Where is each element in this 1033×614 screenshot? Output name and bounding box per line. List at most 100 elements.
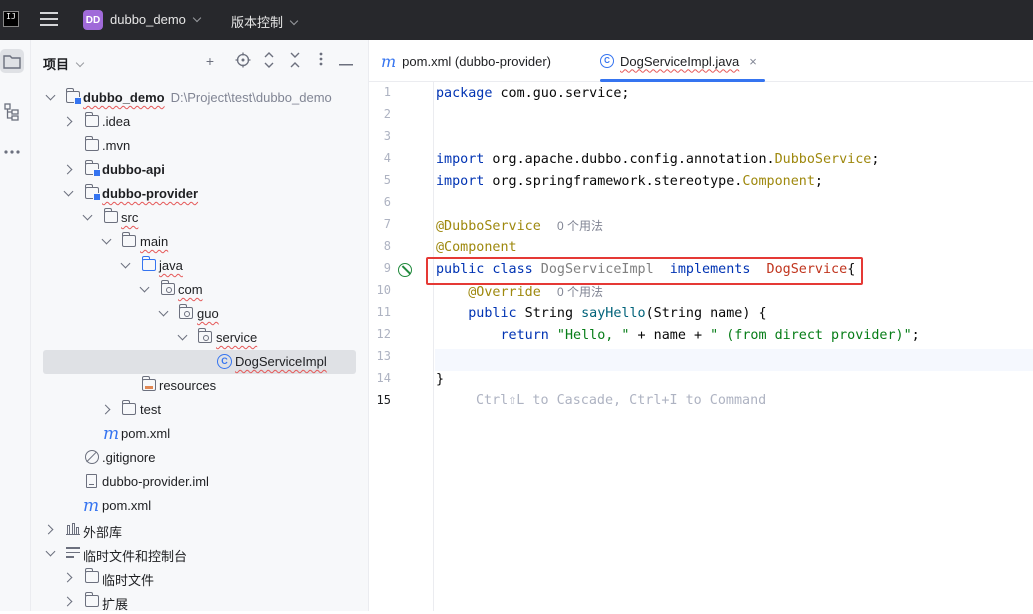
tree-item-java[interactable]: java bbox=[31, 254, 369, 278]
folder-icon bbox=[104, 208, 118, 223]
main-menu-icon[interactable] bbox=[40, 12, 58, 26]
tree-item-label: pom.xml bbox=[121, 426, 171, 441]
tree-item-label: dubbo-api bbox=[102, 162, 165, 177]
tree-item-label: 临时文件和控制台 bbox=[83, 549, 188, 564]
line-number: 11 bbox=[376, 305, 391, 319]
tab-label: pom.xml (dubbo-provider) bbox=[402, 53, 552, 69]
project-tool-icon[interactable] bbox=[0, 49, 24, 73]
tree-item-label: resources bbox=[159, 378, 217, 393]
code-line: } bbox=[436, 372, 445, 387]
chevron-right-icon[interactable] bbox=[62, 164, 73, 175]
tree-item-label: com bbox=[178, 282, 203, 297]
expand-all-icon[interactable] bbox=[260, 52, 278, 70]
tree-item-label: main bbox=[140, 234, 169, 249]
usage-hint[interactable]: 0 个用法 bbox=[557, 285, 603, 299]
usage-hint[interactable]: 0 个用法 bbox=[557, 219, 603, 233]
tree-item-scratches[interactable]: 临时文件和控制台 bbox=[31, 542, 369, 566]
line-number: 14 bbox=[376, 371, 391, 385]
locate-icon[interactable] bbox=[234, 52, 252, 70]
code-area[interactable]: package com.guo.service; import org.apac… bbox=[435, 82, 1033, 611]
tree-item-label: DogServiceImpl bbox=[235, 354, 327, 369]
chevron-down-icon[interactable] bbox=[158, 306, 169, 317]
tree-item-guo[interactable]: guo bbox=[31, 302, 369, 326]
tree-item-label: 扩展 bbox=[102, 597, 129, 612]
tree-item-src[interactable]: src bbox=[31, 206, 369, 230]
tree-item-iml[interactable]: dubbo-provider.iml bbox=[31, 470, 369, 494]
resources-folder-icon bbox=[142, 376, 156, 391]
project-panel: 项目 + dubbo_demo D:\Project\test\dubbo_dem… bbox=[31, 40, 369, 614]
chevron-down-icon[interactable] bbox=[63, 186, 74, 197]
package-icon bbox=[179, 304, 193, 319]
tree-item-main[interactable]: main bbox=[31, 230, 369, 254]
module-folder-icon bbox=[85, 184, 101, 201]
options-icon[interactable] bbox=[312, 52, 330, 70]
tree-item-pom-provider[interactable]: m pom.xml bbox=[31, 422, 369, 446]
chevron-down-icon bbox=[75, 58, 85, 68]
project-badge[interactable]: DD bbox=[83, 10, 103, 30]
line-number: 12 bbox=[376, 327, 391, 341]
tree-item-dubbo-demo[interactable]: dubbo_demo D:\Project\test\dubbo_demo bbox=[31, 86, 369, 110]
tree-item-label: src bbox=[121, 210, 139, 225]
line-number: 9 bbox=[383, 261, 391, 275]
structure-icon[interactable] bbox=[0, 100, 24, 124]
line-number: 13 bbox=[376, 349, 391, 363]
folder-icon bbox=[85, 112, 99, 127]
code-line: return "Hello, " + name + " (from direct… bbox=[500, 328, 920, 343]
tree-item-scratch-files[interactable]: 临时文件 bbox=[31, 566, 369, 590]
chevron-right-icon[interactable] bbox=[62, 596, 73, 607]
chevron-down-icon[interactable] bbox=[45, 90, 56, 101]
spring-bean-icon[interactable] bbox=[398, 263, 412, 277]
tree-item-dogserviceimpl[interactable]: C DogServiceImpl bbox=[31, 350, 369, 374]
chevron-down-icon[interactable] bbox=[45, 546, 56, 557]
tree-item-service[interactable]: service bbox=[31, 326, 369, 350]
tree-item-label: pom.xml bbox=[102, 498, 152, 513]
chevron-right-icon[interactable] bbox=[100, 404, 111, 415]
tree-item-dubbo-provider[interactable]: dubbo-provider bbox=[31, 182, 369, 206]
code-line: import org.apache.dubbo.config.annotatio… bbox=[436, 152, 880, 167]
code-line: package com.guo.service; bbox=[436, 86, 630, 101]
tab-dogserviceimpl[interactable]: C DogServiceImpl.java × bbox=[600, 40, 765, 82]
app-logo-icon[interactable]: IJ bbox=[3, 11, 19, 27]
project-view-selector[interactable]: 项目 bbox=[43, 54, 85, 73]
line-number: 1 bbox=[383, 85, 391, 99]
vcs-label: 版本控制 bbox=[231, 15, 284, 30]
chevron-down-icon[interactable] bbox=[120, 258, 131, 269]
tree-item-label: 临时文件 bbox=[102, 573, 155, 588]
add-icon[interactable]: + bbox=[201, 52, 219, 70]
chevron-down-icon[interactable] bbox=[177, 330, 188, 341]
chevron-down-icon[interactable] bbox=[82, 210, 93, 221]
highlight-box bbox=[426, 257, 863, 285]
chevron-right-icon[interactable] bbox=[43, 524, 54, 535]
tree-item-pom-root[interactable]: m pom.xml bbox=[31, 494, 369, 518]
tab-label: DogServiceImpl.java bbox=[620, 53, 740, 69]
chevron-right-icon[interactable] bbox=[62, 572, 73, 583]
chevron-down-icon[interactable] bbox=[101, 234, 112, 245]
chevron-down-icon[interactable] bbox=[139, 282, 150, 293]
chevron-right-icon[interactable] bbox=[62, 116, 73, 127]
current-line-highlight bbox=[435, 349, 1033, 371]
tree-item-label: guo bbox=[197, 306, 219, 321]
collapse-all-icon[interactable] bbox=[286, 52, 304, 70]
tab-pom-xml[interactable]: m pom.xml (dubbo-provider) bbox=[381, 40, 551, 82]
file-icon bbox=[86, 474, 97, 488]
class-icon: C bbox=[600, 54, 614, 68]
source-folder-icon bbox=[142, 256, 156, 271]
tree-item-external-libs[interactable]: 外部库 bbox=[31, 518, 369, 542]
tree-item-com[interactable]: com bbox=[31, 278, 369, 302]
tree-item-test[interactable]: test bbox=[31, 398, 369, 422]
code-line: @DubboService 0 个用法 bbox=[436, 219, 603, 234]
tree-item-label: test bbox=[140, 402, 161, 417]
tree-item-mvn[interactable]: .mvn bbox=[31, 134, 369, 158]
class-icon: C bbox=[217, 354, 232, 369]
project-switcher[interactable]: dubbo_demo bbox=[110, 12, 202, 27]
tree-item-label: .mvn bbox=[102, 138, 131, 153]
tree-item-resources[interactable]: resources bbox=[31, 374, 369, 398]
tree-item-gitignore[interactable]: .gitignore bbox=[31, 446, 369, 470]
more-icon[interactable] bbox=[0, 140, 24, 164]
tree-item-idea[interactable]: .idea bbox=[31, 110, 369, 134]
close-icon[interactable]: × bbox=[749, 54, 757, 69]
hide-icon[interactable] bbox=[337, 52, 355, 70]
tree-item-dubbo-api[interactable]: dubbo-api bbox=[31, 158, 369, 182]
tree-item-extensions[interactable]: 扩展 bbox=[31, 590, 369, 614]
vcs-menu[interactable]: 版本控制 bbox=[231, 12, 299, 31]
